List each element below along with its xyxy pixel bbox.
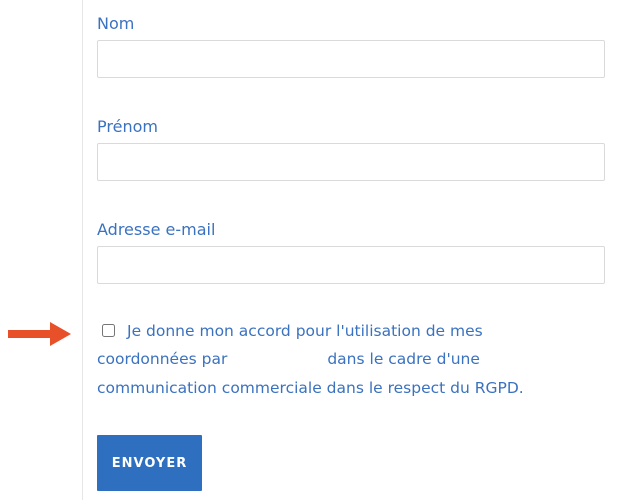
email-input[interactable] [97,246,605,284]
submit-button[interactable]: ENVOYER [97,435,202,491]
consent-text-line-2: coordonnées par dans le cadre d'une [97,348,480,370]
nom-input[interactable] [97,40,605,78]
email-label: Adresse e-mail [97,220,216,239]
nom-label: Nom [97,14,135,33]
consent-text-line-3: communication commerciale dans le respec… [97,379,524,397]
arrow-right-icon [8,322,71,346]
left-divider [82,0,83,500]
consent-text-line-1: Je donne mon accord pour l'utilisation d… [127,322,483,340]
consent-text-line-2-start: coordonnées par [97,350,228,368]
prenom-label: Prénom [97,117,158,136]
prenom-input[interactable] [97,143,605,181]
consent-checkbox[interactable] [102,324,115,337]
consent-text-line-2-end: dans le cadre d'une [327,350,480,368]
